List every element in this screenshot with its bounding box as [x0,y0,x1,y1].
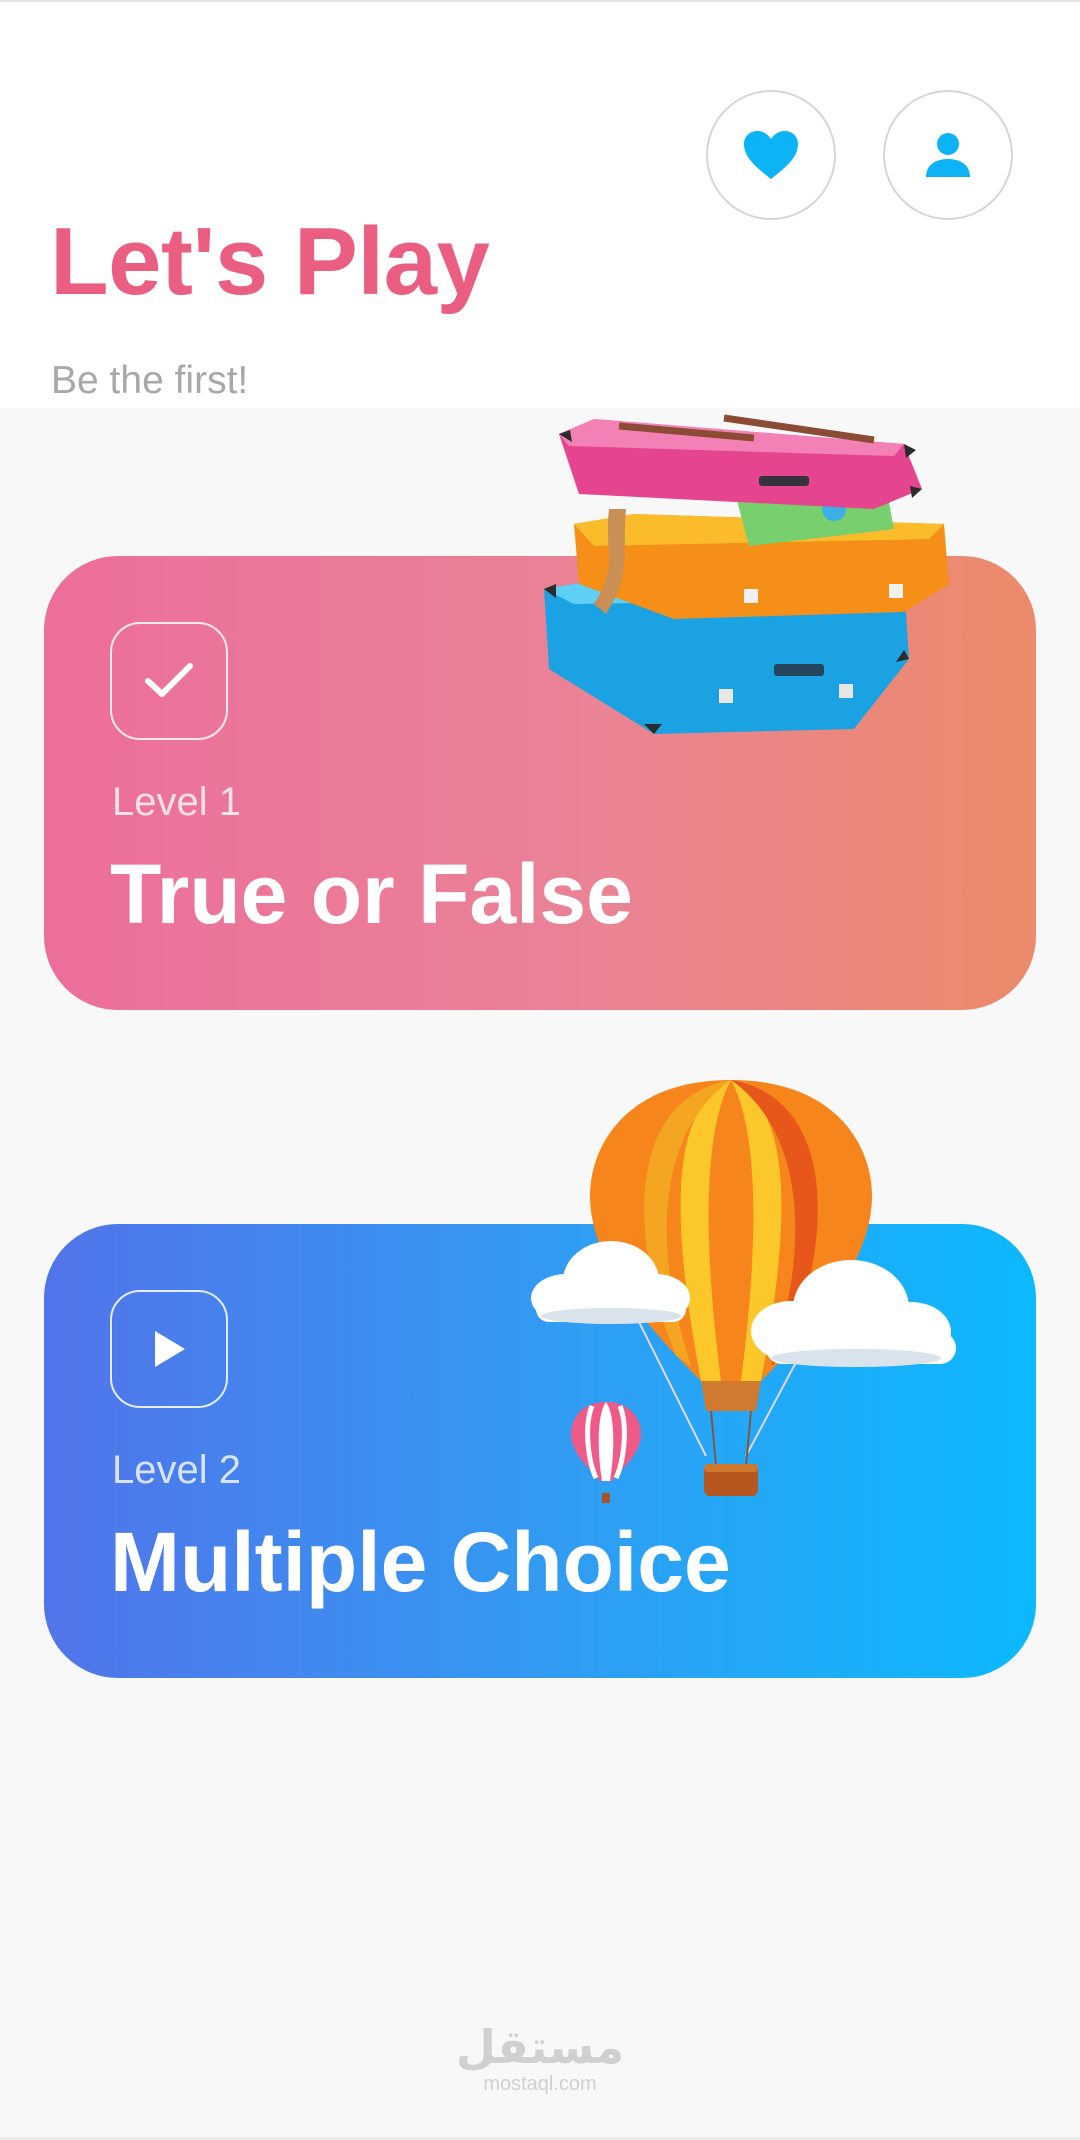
page-title: Let's Play [50,208,490,315]
level-label: Level 1 [112,780,241,824]
level-1-icon-box [110,622,228,740]
level-name: True or False [110,847,633,941]
favorites-button[interactable] [706,90,836,220]
balloons-illustration [531,1080,956,1503]
user-icon [926,133,970,177]
heart-icon [744,131,798,179]
watermark-arabic: مستقل [455,2020,625,2074]
page-subtitle: Be the first! [51,359,249,402]
watermark-latin: mostaql.com [483,2073,597,2095]
check-icon [145,663,193,697]
level-name: Multiple Choice [110,1515,731,1609]
header: Let's Play Be the first! [0,2,1080,408]
watermark: مستقل mostaql.com [420,2024,660,2094]
suitcases-illustration [544,414,949,734]
play-icon [155,1331,185,1367]
level-label: Level 2 [112,1448,241,1492]
level-2-icon-box [110,1290,228,1408]
profile-button[interactable] [883,90,1013,220]
